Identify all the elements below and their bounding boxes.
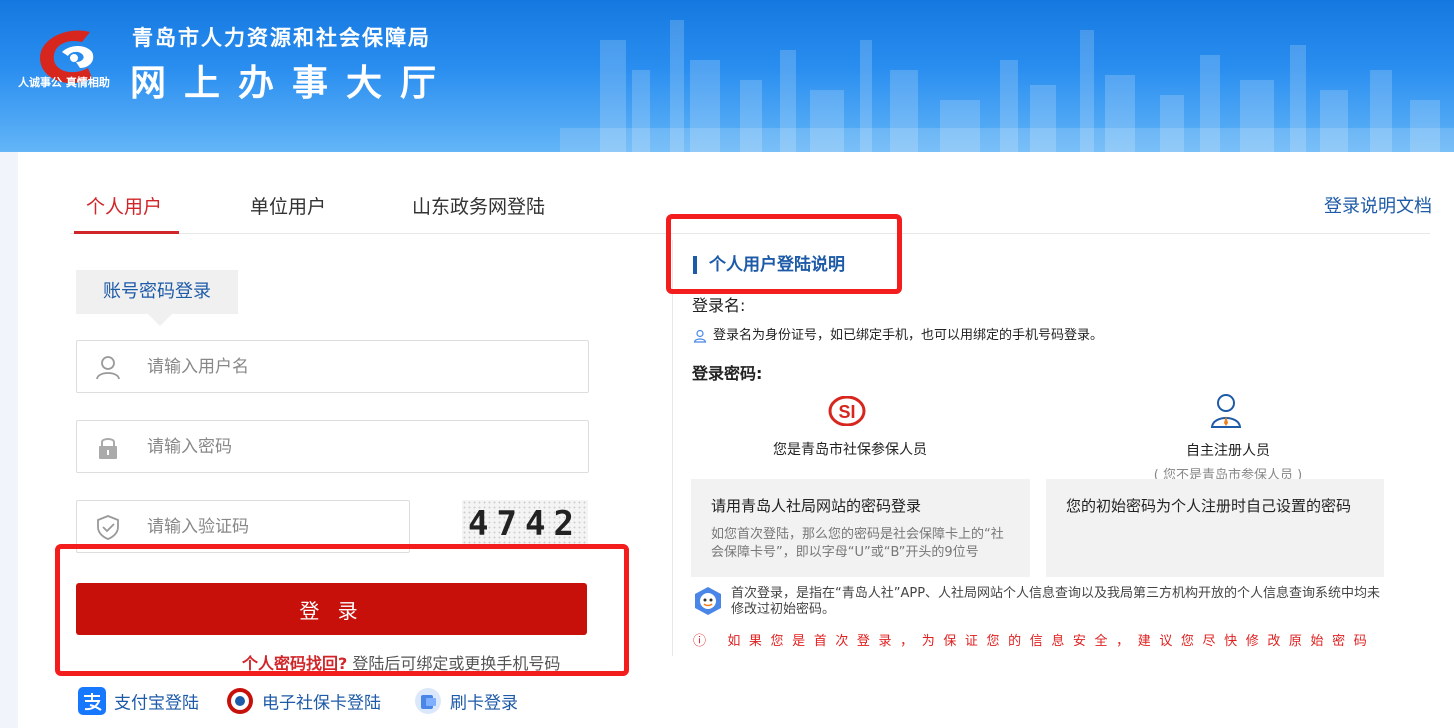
lock-icon bbox=[99, 438, 117, 459]
forgot-password-row: 个人密码找回? 登陆后可绑定或更换手机号码 bbox=[242, 650, 560, 674]
password-login-tab[interactable]: 账号密码登录 bbox=[76, 270, 238, 326]
login-panel: 个人用户 单位用户 山东政务网登陆 登录说明文档 账号密码登录 4742 登 录… bbox=[18, 152, 1454, 728]
user-type-tabs: 个人用户 单位用户 山东政务网登陆 bbox=[70, 192, 1430, 234]
logo-slogan: 人诚事公 真情相助 bbox=[18, 76, 110, 89]
social-security-card-icon bbox=[227, 688, 253, 714]
svg-text:SI: SI bbox=[838, 402, 855, 422]
login-instructions-panel: 个人用户登陆说明 登录名: 登录名为身份证号，如已绑定手机，也可以用绑定的手机号… bbox=[672, 240, 1424, 656]
card-swipe-login-link[interactable]: 刷卡登录 bbox=[414, 687, 518, 719]
assistant-robot-icon bbox=[695, 587, 721, 615]
hall-name: 网上办事大厅 bbox=[130, 63, 455, 104]
person-outline-icon bbox=[693, 329, 707, 343]
alipay-login-link[interactable]: 支付宝登陆 bbox=[78, 687, 199, 719]
bind-phone-hint: 登陆后可绑定或更换手机号码 bbox=[352, 654, 561, 673]
alipay-icon bbox=[78, 687, 106, 715]
username-input[interactable] bbox=[147, 351, 567, 383]
self-registered-password-box: 您的初始密码为个人注册时自己设置的密码 bbox=[1046, 479, 1384, 577]
e-social-card-login-link[interactable]: 电子社保卡登陆 bbox=[226, 687, 381, 719]
first-login-note: 首次登录，是指在“青岛人社”APP、人社局网站个人信息查询以及我局第三方机构开放… bbox=[693, 586, 1393, 618]
shield-check-icon bbox=[97, 515, 119, 540]
forgot-password-link[interactable]: 个人密码找回? bbox=[242, 654, 347, 673]
header-banner: 人诚事公 真情相助 青岛市人力资源和社会保障局 网上办事大厅 bbox=[0, 0, 1454, 152]
tab-company-user[interactable]: 单位用户 bbox=[250, 192, 326, 234]
insured-password-box: 请用青岛人社局网站的密码登录 如您首次登陆，那么您的密码是社会保障卡上的“社会保… bbox=[691, 479, 1030, 577]
user-icon bbox=[96, 356, 120, 380]
first-login-warning: ⓘ 如果您是首次登录，为保证您的信息安全，建议您尽快修改原始密码 bbox=[693, 634, 1376, 649]
login-doc-link[interactable]: 登录说明文档 bbox=[1324, 192, 1432, 218]
city-skyline-image bbox=[560, 20, 1454, 152]
captcha-field bbox=[76, 500, 410, 553]
password-label: 登录密码: bbox=[692, 364, 763, 383]
captcha-input[interactable] bbox=[147, 511, 397, 543]
org-name: 青岛市人力资源和社会保障局 bbox=[132, 26, 431, 50]
registered-person-icon bbox=[1210, 394, 1242, 428]
password-field bbox=[76, 420, 589, 473]
login-name-note: 登录名为身份证号，如已绑定手机，也可以用绑定的手机号码登录。 bbox=[693, 324, 1103, 343]
captcha-image[interactable]: 4742 bbox=[462, 500, 588, 548]
login-button[interactable]: 登 录 bbox=[76, 583, 587, 635]
password-input[interactable] bbox=[147, 431, 567, 463]
instructions-title: 个人用户登陆说明 bbox=[693, 256, 845, 274]
tab-shandong-gov-login[interactable]: 山东政务网登陆 bbox=[412, 192, 545, 234]
tab-personal-user[interactable]: 个人用户 bbox=[74, 192, 179, 234]
username-field bbox=[76, 340, 589, 393]
card-swipe-icon bbox=[415, 688, 441, 714]
login-name-label: 登录名: bbox=[692, 296, 746, 315]
role-self-registered: 自主注册人员 ( 您不是青岛市参保人员 ) bbox=[1153, 443, 1303, 483]
social-insurance-si-icon: SI bbox=[828, 396, 866, 426]
role-insured: 您是青岛市社保参保人员 bbox=[773, 442, 927, 458]
